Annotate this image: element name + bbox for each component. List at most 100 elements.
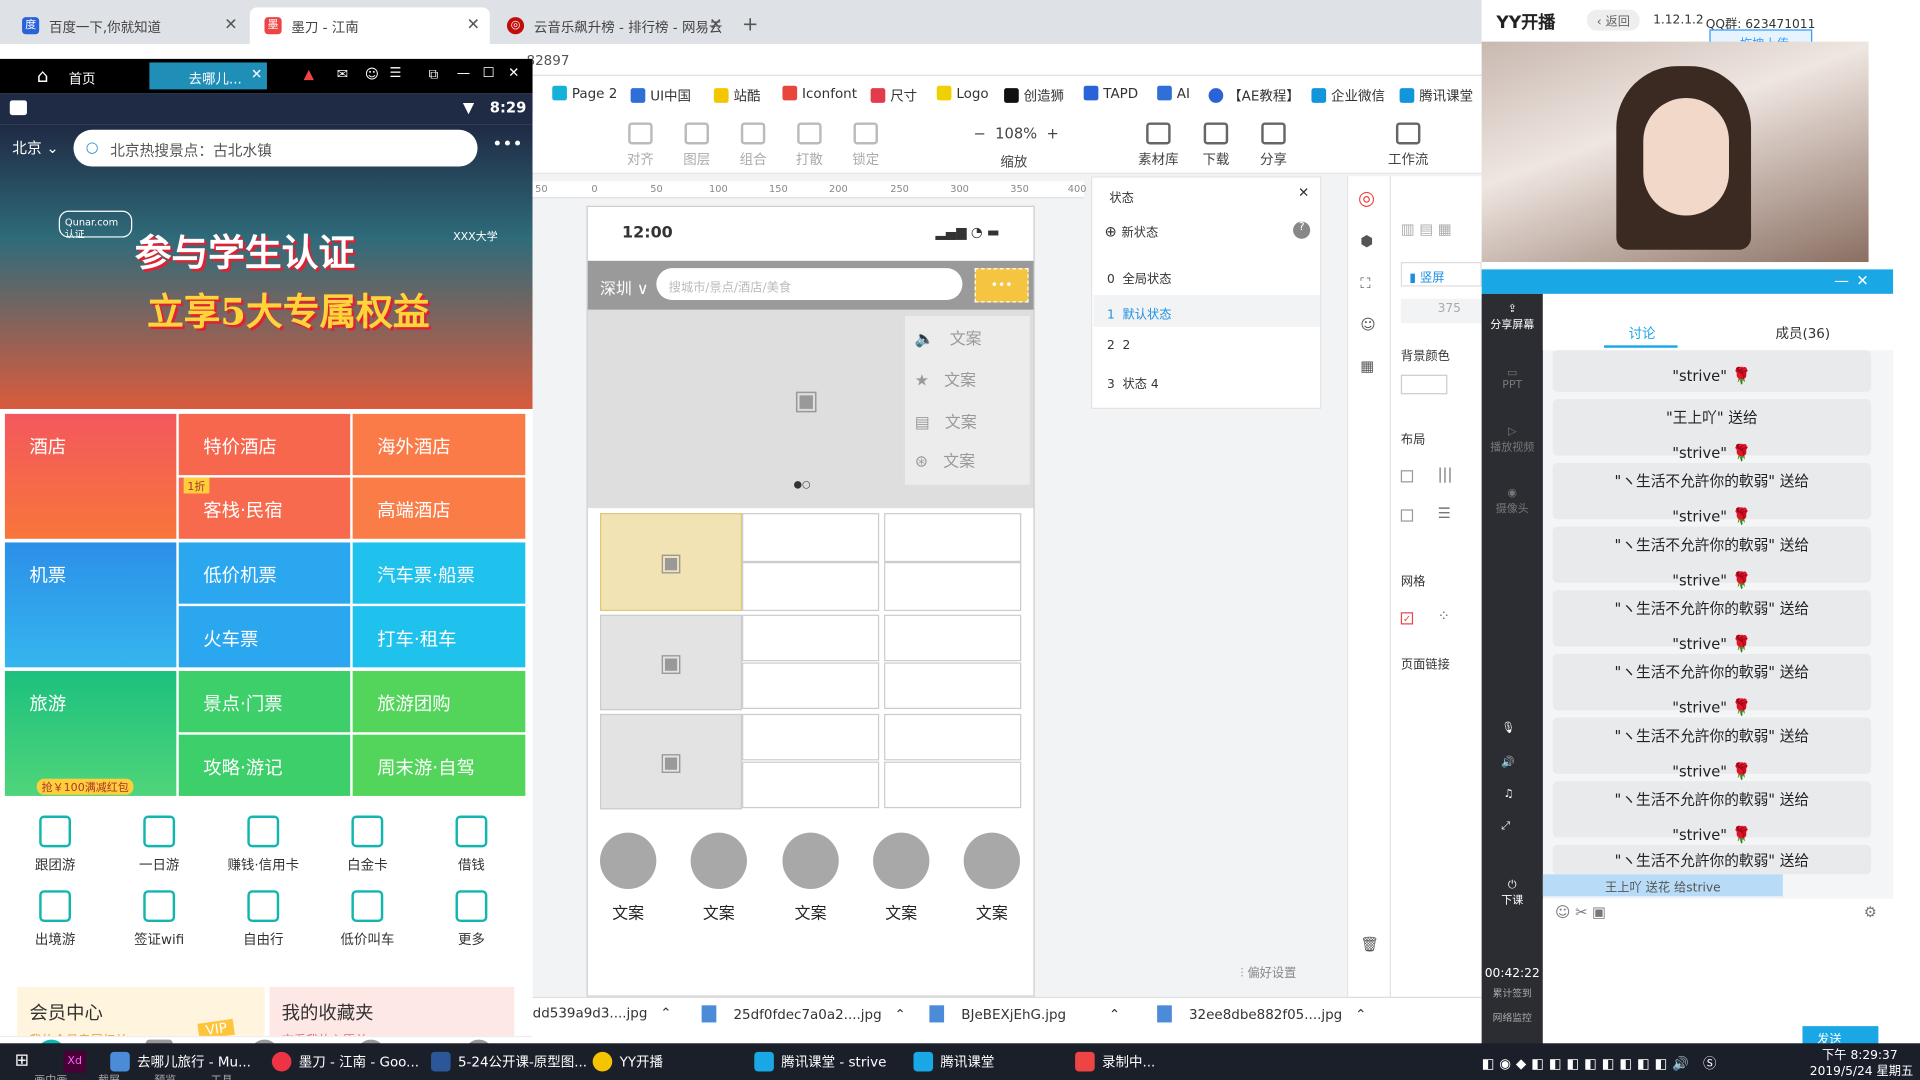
- icon-tour[interactable]: 跟团游: [6, 815, 104, 875]
- menu-item[interactable]: 🔈 文案: [915, 326, 982, 349]
- hotel-special[interactable]: 特价酒店: [178, 413, 351, 476]
- share-button[interactable]: 分享: [1247, 122, 1301, 169]
- canvas-search[interactable]: 搜城市/景点/酒店/美食: [656, 268, 963, 301]
- close-icon[interactable]: ✕: [1298, 185, 1309, 201]
- box[interactable]: [884, 513, 1022, 563]
- bookmark[interactable]: UI中国: [630, 86, 691, 106]
- table-icon[interactable]: ▦: [1360, 358, 1374, 375]
- taskbar-item[interactable]: 去哪儿旅行 - Mu...: [110, 1051, 251, 1072]
- width-input[interactable]: 375: [1400, 298, 1482, 324]
- bookmark[interactable]: 企业微信: [1311, 86, 1385, 106]
- end-class-button[interactable]: ⏻ 下课: [1482, 879, 1543, 907]
- popout-icon[interactable]: ⧉: [429, 66, 439, 83]
- box[interactable]: [884, 562, 1022, 612]
- checkbox[interactable]: [1400, 470, 1414, 483]
- taskbar-item[interactable]: 腾讯课堂 - strive: [754, 1051, 886, 1072]
- xd-icon[interactable]: Xd: [63, 1050, 86, 1073]
- user-icon[interactable]: ☺: [365, 66, 379, 82]
- warning-icon[interactable]: ▲: [304, 66, 314, 82]
- icon-free[interactable]: 自由行: [214, 890, 312, 949]
- icon-daytrip[interactable]: 一日游: [110, 815, 208, 875]
- workflow-button[interactable]: 工作流: [1381, 122, 1435, 169]
- bookmark[interactable]: 腾讯课堂: [1399, 86, 1473, 106]
- share-screen-button[interactable]: ⇪ 分享屏幕: [1482, 304, 1543, 332]
- layer-button[interactable]: 图层: [670, 122, 724, 169]
- tool-label[interactable]: 截屏: [98, 1071, 120, 1080]
- image-placeholder[interactable]: [600, 513, 743, 612]
- taskbar-item[interactable]: 5-24公开课-原型图...: [431, 1051, 587, 1072]
- group-buy[interactable]: 旅游团购: [352, 671, 526, 733]
- chat-input-area[interactable]: ☺ ✂ ▣ ⚙ 发送: [1542, 898, 1894, 1056]
- menu-item[interactable]: ⊛ 文案: [915, 448, 975, 471]
- mirror-app-tab[interactable]: 去哪儿...: [149, 62, 267, 90]
- prototype-canvas[interactable]: 12:00 ▂▄▆ ◔ ▬ 深圳 ∨ 搜城市/景点/酒店/美食 ••• ▣ ●○…: [586, 205, 1035, 997]
- icon-credit[interactable]: 赚钱·信用卡: [214, 815, 312, 875]
- close-icon[interactable]: ✕: [251, 66, 262, 82]
- tab-netease[interactable]: ◎ 云音乐飙升榜 - 排行榜 - 网易云 ✕: [492, 7, 732, 44]
- back-button[interactable]: ‹ 返回: [1586, 9, 1640, 31]
- grid-checkbox[interactable]: ✓: [1400, 612, 1414, 625]
- assets-button[interactable]: 素材库: [1131, 122, 1185, 169]
- image-placeholder[interactable]: [600, 713, 743, 810]
- hotel-tile[interactable]: 酒店: [4, 413, 177, 539]
- bookmark[interactable]: Iconfont: [782, 85, 857, 102]
- weekend-trip[interactable]: 周末游·自驾: [352, 734, 526, 796]
- hotel-overseas[interactable]: 海外酒店: [352, 413, 526, 476]
- more-icon[interactable]: •••: [492, 135, 522, 155]
- mirror-home-tab[interactable]: 首页: [69, 69, 96, 89]
- tool-label[interactable]: 工具: [211, 1071, 233, 1080]
- state-item[interactable]: 3 状态 4: [1107, 373, 1159, 391]
- search-input[interactable]: ○ 北京热搜景点：古北水镇: [73, 129, 478, 167]
- tab-baidu[interactable]: 度 百度一下,你就知道 ✕: [7, 7, 248, 45]
- tab-modao[interactable]: 墨 墨刀 - 江南 ✕: [249, 7, 490, 45]
- circle-placeholder[interactable]: [690, 832, 747, 889]
- bookmark[interactable]: 站酷: [713, 86, 760, 106]
- taskbar-item[interactable]: YY开播: [592, 1051, 663, 1072]
- checkbox[interactable]: [1400, 509, 1414, 522]
- download-button[interactable]: 下载: [1189, 122, 1243, 169]
- icon-more[interactable]: 更多: [422, 890, 520, 949]
- settings-icon[interactable]: ⚙: [1864, 904, 1877, 921]
- bus-ship[interactable]: 汽车票·船票: [352, 542, 526, 604]
- canvas-more-button[interactable]: •••: [974, 268, 1029, 303]
- lock-button[interactable]: 锁定: [839, 122, 893, 169]
- box[interactable]: [742, 761, 880, 809]
- align-icons[interactable]: ▥ ▤ ▦: [1401, 220, 1452, 237]
- home-icon[interactable]: ⌂: [37, 65, 49, 87]
- tool-label[interactable]: 预览: [154, 1071, 176, 1080]
- travel-tile[interactable]: 旅游: [4, 671, 177, 796]
- box[interactable]: [742, 662, 880, 709]
- train[interactable]: 火车票: [178, 606, 351, 668]
- hotel-luxury[interactable]: 高端酒店: [352, 477, 526, 539]
- emoji-icon[interactable]: ☺: [1360, 316, 1375, 333]
- box[interactable]: [884, 662, 1022, 709]
- download-item[interactable]: dd539a9d3....jpg ⌃: [533, 1005, 672, 1021]
- tickets[interactable]: 景点·门票: [178, 671, 351, 733]
- download-item[interactable]: 32ee8dbe882f05....jpg ⌃: [1157, 1005, 1366, 1023]
- align-button[interactable]: 对齐: [613, 122, 667, 169]
- help-icon[interactable]: ?: [1293, 221, 1311, 239]
- add-state-button[interactable]: ⊕ 新状态: [1104, 222, 1158, 240]
- camera-button[interactable]: ◉ 摄像头: [1482, 487, 1543, 515]
- box[interactable]: [742, 614, 880, 662]
- tab-discussion[interactable]: 讨论: [1629, 323, 1656, 343]
- bookmark[interactable]: AI: [1157, 85, 1190, 102]
- box[interactable]: [742, 513, 880, 563]
- box[interactable]: [884, 614, 1022, 662]
- tray-icons[interactable]: ◧◉◆◧◧◧◧◧◧◧◧🔊 Ⓢ: [1482, 1053, 1722, 1073]
- target-icon[interactable]: ◎: [1358, 186, 1375, 209]
- video-button[interactable]: ▷ 播放视频: [1482, 426, 1543, 454]
- close-icon[interactable]: ✕: [709, 16, 722, 34]
- canvas-city[interactable]: 深圳 ∨: [600, 276, 649, 298]
- guides[interactable]: 攻略·游记: [178, 734, 351, 796]
- maximize-icon[interactable]: ☐: [482, 65, 494, 81]
- trash-icon[interactable]: 🗑: [1360, 936, 1379, 953]
- mic-icon[interactable]: 🎙: [1501, 722, 1515, 734]
- image-placeholder[interactable]: [600, 614, 743, 711]
- group-button[interactable]: 组合: [726, 122, 780, 169]
- taskbar-item[interactable]: 录制中...: [1075, 1051, 1155, 1072]
- download-item[interactable]: 25df0fdec7a0a2....jpg ⌃: [701, 1005, 906, 1023]
- state-item[interactable]: 0 全局状态: [1107, 268, 1172, 286]
- orientation-toggle[interactable]: ▮ 竖屏: [1400, 262, 1482, 287]
- state-item-active[interactable]: 1 默认状态: [1107, 304, 1172, 322]
